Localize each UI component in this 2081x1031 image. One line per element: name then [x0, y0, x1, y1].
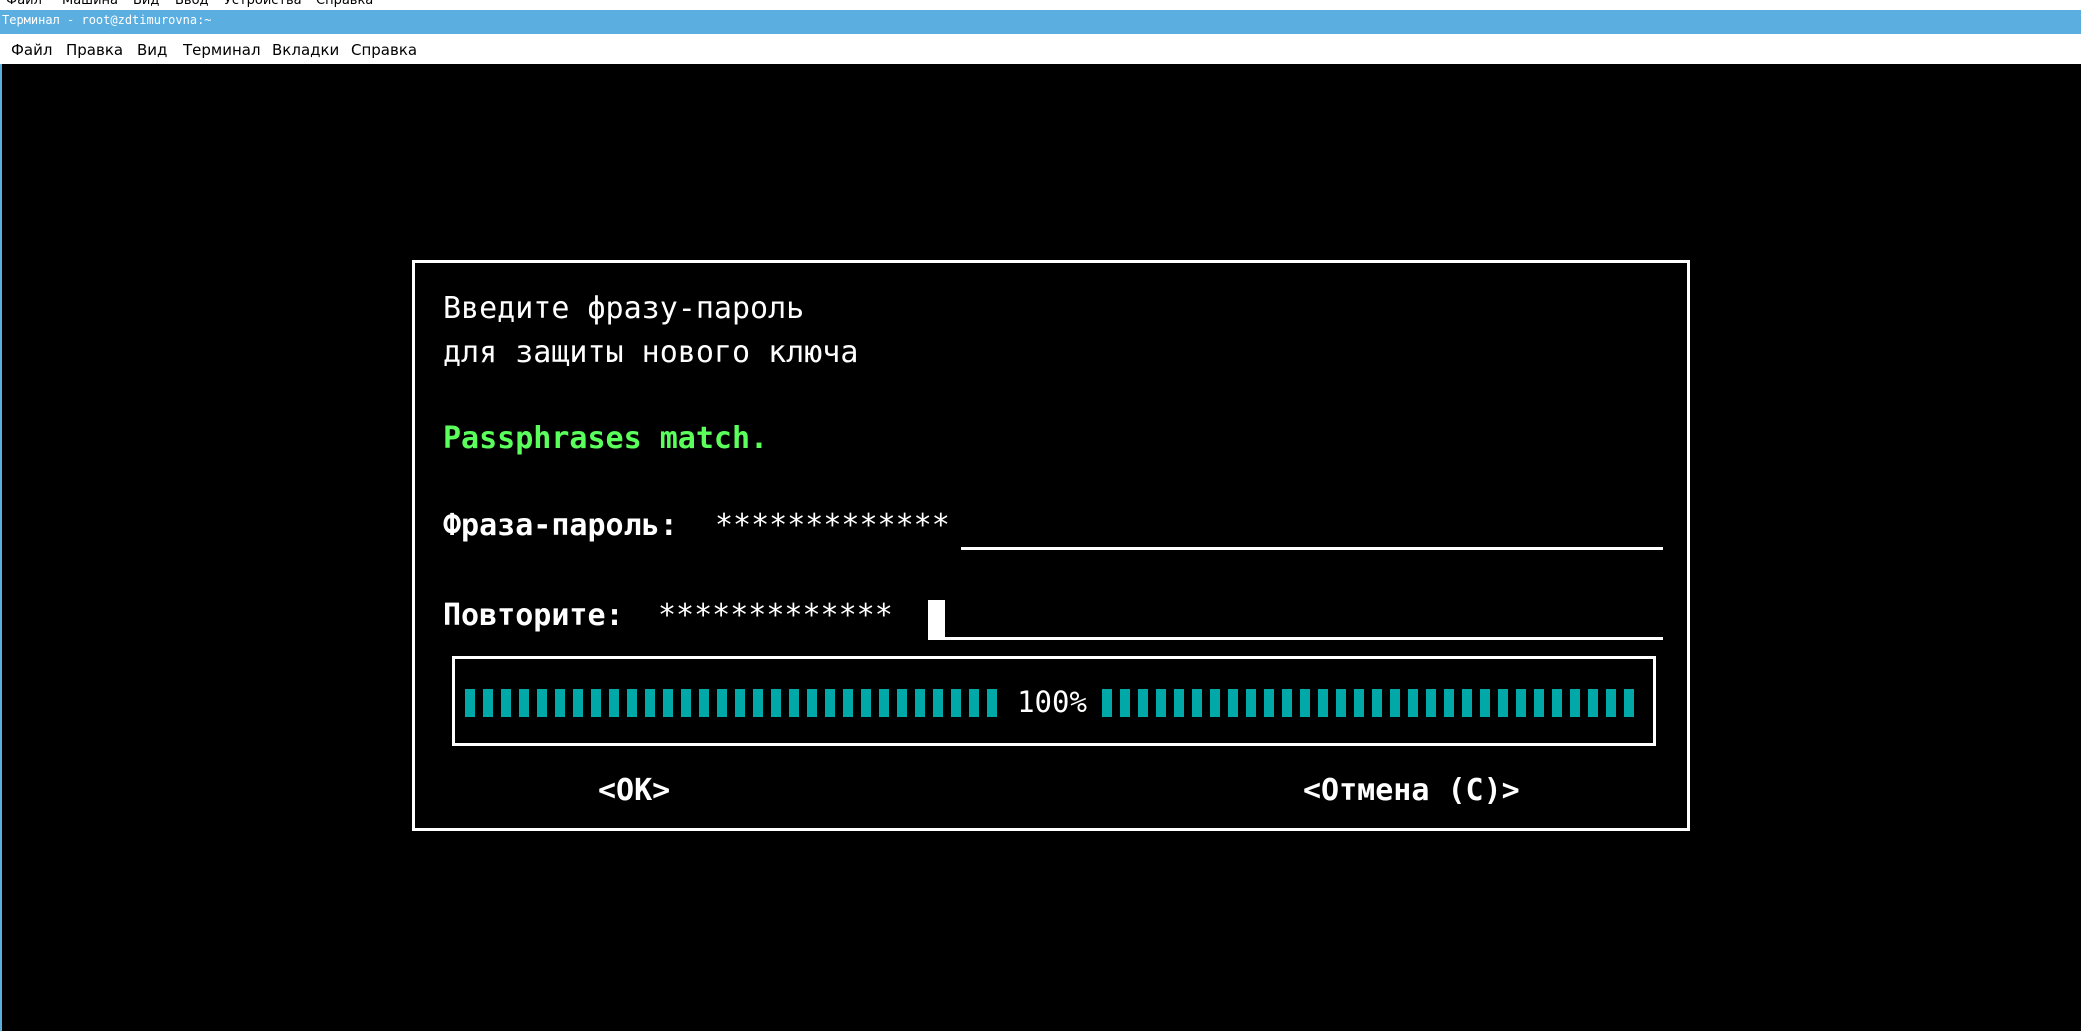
progress-segment — [735, 689, 745, 717]
progress-segment — [1552, 689, 1562, 717]
progress-segment — [1336, 689, 1346, 717]
menu-file[interactable]: Файл — [11, 41, 52, 59]
ok-button[interactable]: <OK> — [598, 773, 670, 808]
progress-segment — [753, 689, 763, 717]
progress-fill-right — [1102, 689, 1634, 717]
progress-segment — [1516, 689, 1526, 717]
window-titlebar[interactable]: Терминал - root@zdtimurovna:~ — [0, 10, 2081, 34]
menu-terminal[interactable]: Терминал — [183, 41, 261, 59]
progress-label: 100% — [1017, 685, 1087, 719]
progress-segment — [1570, 689, 1580, 717]
host-menu-file[interactable]: Файл — [6, 0, 42, 8]
repeat-input-underline[interactable] — [928, 637, 1663, 640]
progress-segment — [1534, 689, 1544, 717]
progress-segment — [1480, 689, 1490, 717]
progress-segment — [501, 689, 511, 717]
progress-segment — [771, 689, 781, 717]
progress-segment — [1174, 689, 1184, 717]
window-title: Терминал - root@zdtimurovna:~ — [2, 13, 212, 27]
passphrase-input[interactable]: ************* — [715, 508, 950, 543]
menu-help[interactable]: Справка — [351, 41, 417, 59]
prompt-line-2: для защиты нового ключа — [443, 335, 859, 370]
progress-segment — [987, 689, 997, 717]
host-menubar: Файл Машина Вид Ввод Устройства Справка — [0, 0, 2081, 10]
progress-segment — [1498, 689, 1508, 717]
progress-segment — [591, 689, 601, 717]
status-message: Passphrases match. — [443, 421, 769, 456]
progress-segment — [1390, 689, 1400, 717]
progress-segment — [1192, 689, 1202, 717]
progress-segment — [789, 689, 799, 717]
progress-segment — [1624, 689, 1634, 717]
progress-bar: 100% — [465, 685, 1645, 719]
terminal-menubar: Файл Правка Вид Терминал Вкладки Справка — [0, 34, 2081, 64]
host-menu-help[interactable]: Справка — [316, 0, 373, 8]
progress-segment — [1444, 689, 1454, 717]
progress-segment — [843, 689, 853, 717]
progress-segment — [1372, 689, 1382, 717]
host-menu-machine[interactable]: Машина — [62, 0, 118, 8]
progress-segment — [645, 689, 655, 717]
progress-segment — [555, 689, 565, 717]
progress-segment — [1264, 689, 1274, 717]
progress-segment — [573, 689, 583, 717]
progress-segment — [609, 689, 619, 717]
progress-segment — [1606, 689, 1616, 717]
progress-segment — [1354, 689, 1364, 717]
progress-segment — [897, 689, 907, 717]
menu-tabs[interactable]: Вкладки — [272, 41, 339, 59]
progress-segment — [1282, 689, 1292, 717]
progress-segment — [1462, 689, 1472, 717]
progress-segment — [519, 689, 529, 717]
text-cursor — [928, 600, 945, 640]
progress-segment — [879, 689, 889, 717]
progress-segment — [1228, 689, 1238, 717]
menu-edit[interactable]: Правка — [66, 41, 123, 59]
cancel-button[interactable]: <Отмена (C)> — [1303, 773, 1520, 808]
progress-segment — [663, 689, 673, 717]
progress-segment — [699, 689, 709, 717]
menu-view[interactable]: Вид — [137, 41, 167, 59]
progress-segment — [717, 689, 727, 717]
progress-segment — [951, 689, 961, 717]
progress-segment — [537, 689, 547, 717]
progress-segment — [1246, 689, 1256, 717]
repeat-label: Повторите: — [443, 598, 624, 633]
progress-segment — [915, 689, 925, 717]
progress-segment — [483, 689, 493, 717]
progress-segment — [1120, 689, 1130, 717]
progress-frame: 100% — [452, 656, 1656, 746]
progress-segment — [465, 689, 475, 717]
progress-segment — [627, 689, 637, 717]
passphrase-dialog: Введите фразу-пароль для защиты нового к… — [412, 260, 1690, 831]
host-menu-view[interactable]: Вид — [133, 0, 159, 8]
repeat-input[interactable]: ************* — [658, 598, 893, 633]
progress-segment — [933, 689, 943, 717]
progress-segment — [1426, 689, 1436, 717]
passphrase-input-underline[interactable] — [961, 547, 1663, 550]
progress-segment — [1318, 689, 1328, 717]
progress-segment — [1138, 689, 1148, 717]
progress-fill-left — [465, 689, 997, 717]
progress-segment — [1156, 689, 1166, 717]
progress-segment — [1408, 689, 1418, 717]
progress-segment — [825, 689, 835, 717]
progress-segment — [861, 689, 871, 717]
progress-segment — [969, 689, 979, 717]
progress-segment — [1210, 689, 1220, 717]
host-menu-devices[interactable]: Устройства — [224, 0, 302, 8]
passphrase-label: Фраза-пароль: — [443, 508, 678, 543]
progress-segment — [681, 689, 691, 717]
host-menu-input[interactable]: Ввод — [175, 0, 209, 8]
prompt-line-1: Введите фразу-пароль — [443, 291, 805, 326]
progress-segment — [1588, 689, 1598, 717]
progress-segment — [1102, 689, 1112, 717]
progress-segment — [1300, 689, 1310, 717]
progress-segment — [807, 689, 817, 717]
